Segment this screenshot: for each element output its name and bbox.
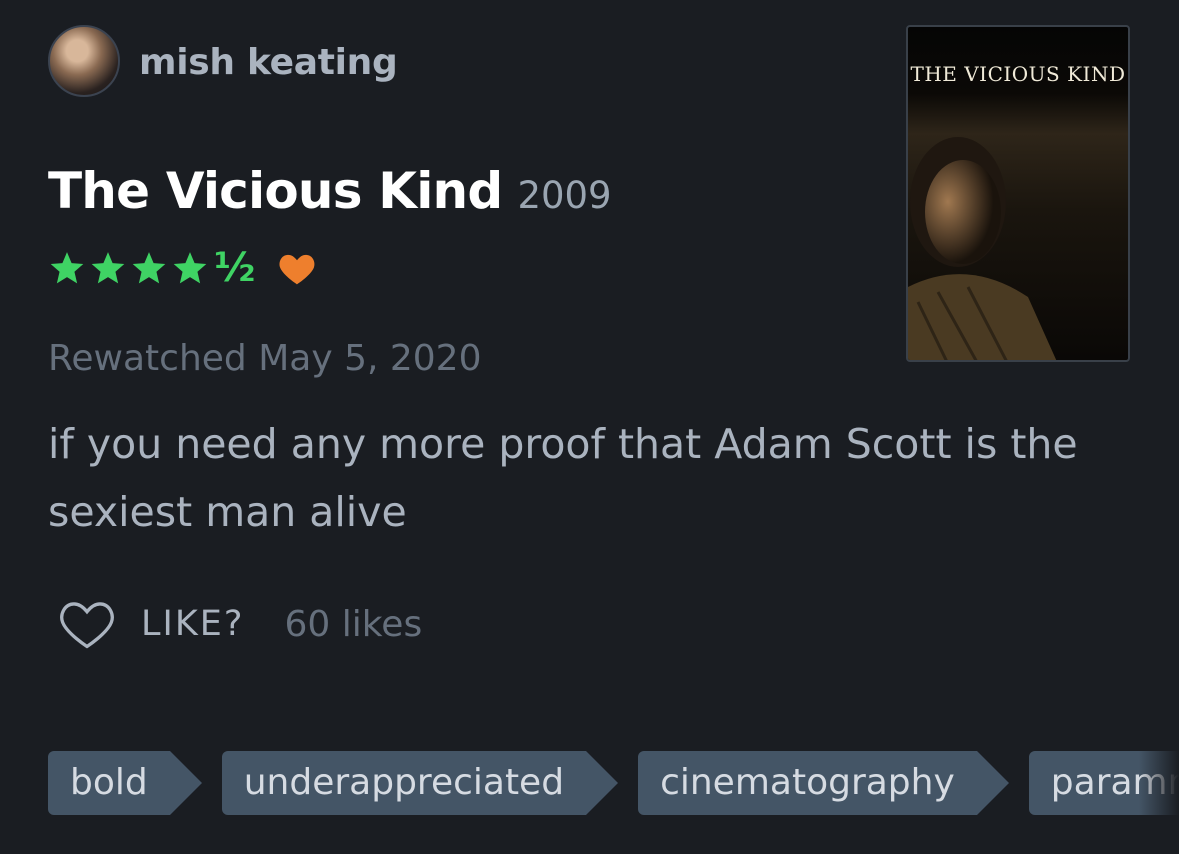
star-icon [132,252,166,284]
star-icon [91,252,125,284]
poster-figure-image [908,137,1057,360]
film-title[interactable]: The Vicious Kind [48,162,503,220]
tag-list: boldunderappreciatedcinematographyparamn… [48,751,1179,817]
like-heart-icon[interactable] [58,598,116,650]
tag[interactable]: underappreciated [221,751,619,815]
username[interactable]: mish keating [139,42,398,83]
tag[interactable]: cinematography [638,751,1009,815]
tags-fade [1139,751,1179,817]
watched-date: Rewatched May 5, 2020 [48,338,482,379]
star-icon [173,252,207,284]
star-icon [50,252,84,284]
tag[interactable]: bold [48,751,202,815]
film-year[interactable]: 2009 [517,174,611,217]
rating: ½ [48,248,317,288]
likes-count[interactable]: 60 likes [284,604,422,645]
review-text: if you need any more proof that Adam Sco… [48,420,1078,536]
poster-title: THE VICIOUS KIND [910,62,1126,86]
film-poster[interactable]: THE VICIOUS KIND [906,25,1130,362]
user-avatar[interactable] [48,25,120,97]
half-star: ½ [214,245,256,291]
like-button[interactable]: LIKE? [141,604,244,644]
liked-heart-icon [279,254,315,285]
